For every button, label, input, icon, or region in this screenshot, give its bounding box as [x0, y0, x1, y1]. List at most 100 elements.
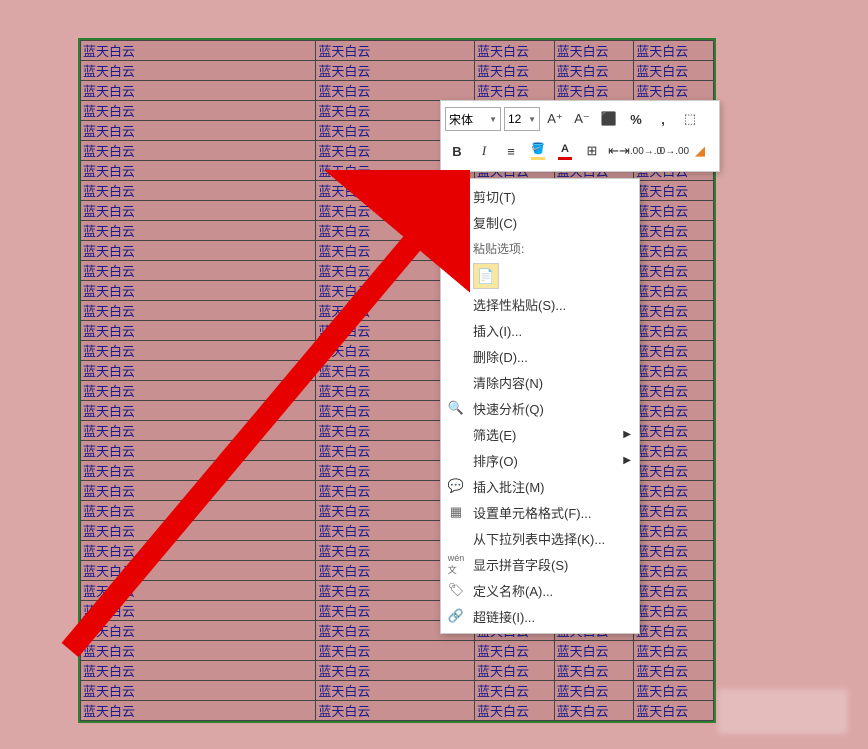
increase-decimal-button[interactable]: .0→.00 [661, 139, 685, 163]
font-name-select[interactable]: 宋体▼ [445, 107, 501, 131]
merge-button[interactable]: ⇤⇥ [607, 139, 631, 163]
font-size-select[interactable]: 12▼ [504, 107, 540, 131]
cell[interactable]: 蓝天白云 [634, 41, 714, 61]
decrease-font-button[interactable]: A⁻ [570, 107, 594, 131]
cell[interactable]: 蓝天白云 [81, 321, 316, 341]
cell[interactable]: 蓝天白云 [634, 181, 714, 201]
cell[interactable]: 蓝天白云 [634, 61, 714, 81]
cell[interactable]: 蓝天白云 [316, 701, 475, 721]
borders-button[interactable]: ⊞ [580, 139, 604, 163]
menu-insert[interactable]: 插入(I)... [441, 317, 639, 343]
decrease-decimal-button[interactable]: .00→.0 [634, 139, 658, 163]
menu-paste-special[interactable]: 选择性粘贴(S)... [441, 291, 639, 317]
paste-button[interactable]: 📄 [473, 263, 499, 289]
cell[interactable]: 蓝天白云 [316, 41, 475, 61]
cell[interactable]: 蓝天白云 [81, 101, 316, 121]
menu-define-name[interactable]: 🏷 定义名称(A)... [441, 577, 639, 603]
increase-font-button[interactable]: A⁺ [543, 107, 567, 131]
cell[interactable]: 蓝天白云 [81, 661, 316, 681]
cell[interactable]: 蓝天白云 [81, 161, 316, 181]
cell[interactable]: 蓝天白云 [634, 441, 714, 461]
menu-hyperlink[interactable]: 🔗 超链接(I)... [441, 603, 639, 629]
cell[interactable]: 蓝天白云 [81, 61, 316, 81]
cell[interactable]: 蓝天白云 [316, 641, 475, 661]
cell[interactable]: 蓝天白云 [316, 661, 475, 681]
cell[interactable]: 蓝天白云 [474, 661, 554, 681]
cell[interactable]: 蓝天白云 [634, 561, 714, 581]
cell[interactable]: 蓝天白云 [634, 321, 714, 341]
cell[interactable]: 蓝天白云 [81, 641, 316, 661]
cell[interactable]: 蓝天白云 [81, 241, 316, 261]
cell[interactable]: 蓝天白云 [474, 41, 554, 61]
menu-clear-contents[interactable]: 清除内容(N) [441, 369, 639, 395]
cell[interactable]: 蓝天白云 [316, 61, 475, 81]
cell[interactable]: 蓝天白云 [81, 261, 316, 281]
cell[interactable]: 蓝天白云 [474, 641, 554, 661]
cell[interactable]: 蓝天白云 [634, 401, 714, 421]
menu-quick-analysis[interactable]: 🔍 快速分析(Q) [441, 395, 639, 421]
fill-color-button[interactable]: 🪣 [526, 139, 550, 163]
cell[interactable]: 蓝天白云 [634, 81, 714, 101]
cell[interactable]: 蓝天白云 [81, 121, 316, 141]
cell[interactable]: 蓝天白云 [554, 681, 634, 701]
cell[interactable]: 蓝天白云 [634, 461, 714, 481]
cell[interactable]: 蓝天白云 [554, 701, 634, 721]
cell[interactable]: 蓝天白云 [81, 501, 316, 521]
align-button[interactable]: ≡ [499, 139, 523, 163]
menu-pick-from-dropdown[interactable]: 从下拉列表中选择(K)... [441, 525, 639, 551]
cell[interactable]: 蓝天白云 [81, 141, 316, 161]
cell[interactable]: 蓝天白云 [474, 61, 554, 81]
cell[interactable]: 蓝天白云 [81, 601, 316, 621]
cell[interactable]: 蓝天白云 [474, 81, 554, 101]
cell[interactable]: 蓝天白云 [81, 221, 316, 241]
menu-cut[interactable]: ✂ 剪切(T) [441, 183, 639, 209]
cell[interactable]: 蓝天白云 [634, 681, 714, 701]
italic-button[interactable]: I [472, 139, 496, 163]
menu-insert-comment[interactable]: 💬 插入批注(M) [441, 473, 639, 499]
cell[interactable]: 蓝天白云 [81, 541, 316, 561]
cell[interactable]: 蓝天白云 [81, 421, 316, 441]
cell[interactable]: 蓝天白云 [634, 521, 714, 541]
cell[interactable]: 蓝天白云 [634, 241, 714, 261]
cell[interactable]: 蓝天白云 [634, 341, 714, 361]
cell[interactable]: 蓝天白云 [634, 621, 714, 641]
cell[interactable]: 蓝天白云 [81, 441, 316, 461]
cell[interactable]: 蓝天白云 [81, 181, 316, 201]
menu-sort[interactable]: 排序(O)▶ [441, 447, 639, 473]
cell[interactable]: 蓝天白云 [634, 421, 714, 441]
cell[interactable]: 蓝天白云 [81, 281, 316, 301]
cell[interactable]: 蓝天白云 [81, 681, 316, 701]
cell[interactable]: 蓝天白云 [634, 381, 714, 401]
cell[interactable]: 蓝天白云 [634, 361, 714, 381]
cell[interactable]: 蓝天白云 [634, 581, 714, 601]
cell[interactable]: 蓝天白云 [81, 461, 316, 481]
accounting-format-button[interactable]: ⬛ [597, 107, 621, 131]
cell[interactable]: 蓝天白云 [634, 201, 714, 221]
cell[interactable]: 蓝天白云 [81, 341, 316, 361]
cell[interactable]: 蓝天白云 [554, 61, 634, 81]
bold-button[interactable]: B [445, 139, 469, 163]
cell[interactable]: 蓝天白云 [81, 41, 316, 61]
menu-show-pinyin[interactable]: wén文 显示拼音字段(S) [441, 551, 639, 577]
cell[interactable]: 蓝天白云 [554, 641, 634, 661]
cell[interactable]: 蓝天白云 [634, 221, 714, 241]
format-painter-button[interactable]: ⬚ [678, 107, 702, 131]
cell[interactable]: 蓝天白云 [634, 281, 714, 301]
cell[interactable]: 蓝天白云 [81, 81, 316, 101]
cell[interactable]: 蓝天白云 [554, 661, 634, 681]
cell[interactable]: 蓝天白云 [474, 681, 554, 701]
cell[interactable]: 蓝天白云 [634, 261, 714, 281]
cell[interactable]: 蓝天白云 [81, 361, 316, 381]
cell[interactable]: 蓝天白云 [634, 541, 714, 561]
cell[interactable]: 蓝天白云 [554, 81, 634, 101]
cell[interactable]: 蓝天白云 [316, 81, 475, 101]
cell[interactable]: 蓝天白云 [634, 641, 714, 661]
menu-copy[interactable]: ⎘ 复制(C) [441, 209, 639, 235]
cell[interactable]: 蓝天白云 [634, 301, 714, 321]
cell[interactable]: 蓝天白云 [634, 601, 714, 621]
cell[interactable]: 蓝天白云 [81, 381, 316, 401]
cell[interactable]: 蓝天白云 [474, 701, 554, 721]
menu-delete[interactable]: 删除(D)... [441, 343, 639, 369]
comma-style-button[interactable]: , [651, 107, 675, 131]
font-color-button[interactable]: A [553, 139, 577, 163]
